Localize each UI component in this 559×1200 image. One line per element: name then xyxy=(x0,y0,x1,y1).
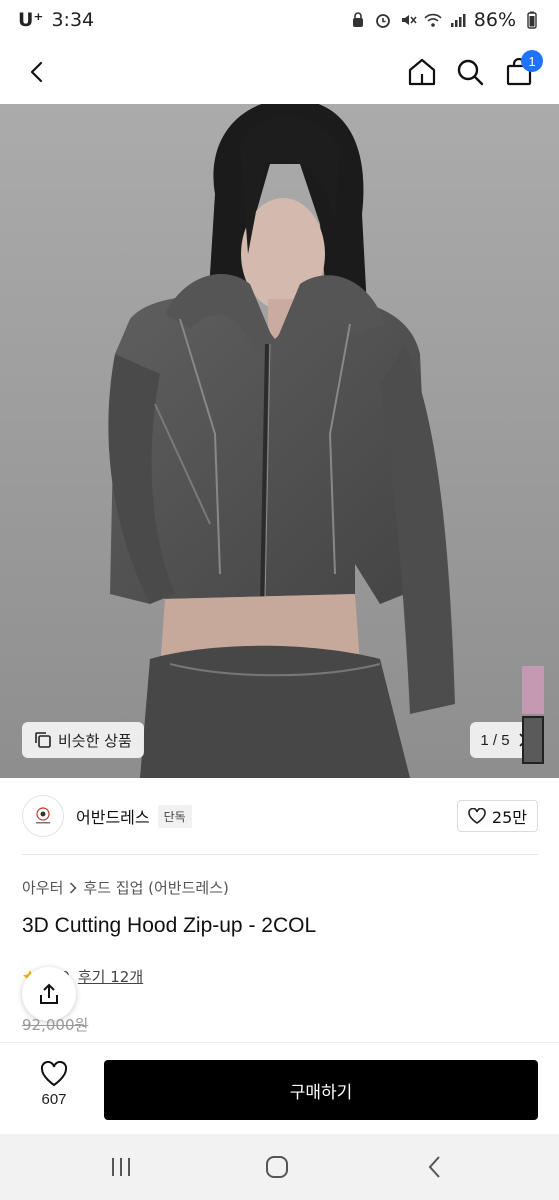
similar-products-label: 비슷한 상품 xyxy=(58,731,132,750)
alarm-icon xyxy=(375,14,390,28)
home-circle-icon xyxy=(266,1156,288,1178)
wishlist-button[interactable]: 607 xyxy=(26,1061,82,1108)
product-image-gallery[interactable]: 비슷한 상품 1 / 5 xyxy=(0,104,559,778)
recent-apps-button[interactable] xyxy=(106,1152,136,1182)
buy-button[interactable]: 구매하기 xyxy=(104,1060,538,1120)
brand-name[interactable]: 어반드레스 xyxy=(76,804,150,828)
color-swatch-pink[interactable] xyxy=(522,666,544,714)
similar-products-button[interactable]: 비슷한 상품 xyxy=(22,722,144,758)
share-button[interactable] xyxy=(22,967,76,1021)
mute-icon xyxy=(401,15,417,25)
breadcrumb-item[interactable]: 후드 집업 (어반드레스) xyxy=(83,877,228,898)
brand-logo[interactable] xyxy=(22,795,64,837)
status-left: U⁺ 3:34 xyxy=(18,9,94,31)
system-back-button[interactable] xyxy=(420,1152,450,1182)
brand-row: 어반드레스 단독 25만 xyxy=(22,794,538,838)
brand-like-count: 25만 xyxy=(491,808,527,827)
clock: 3:34 xyxy=(51,9,95,31)
system-home-button[interactable] xyxy=(262,1152,292,1182)
back-icon xyxy=(30,61,43,83)
breadcrumb-item[interactable]: 아우터 xyxy=(22,877,63,898)
share-icon xyxy=(40,983,58,1004)
product-photo xyxy=(0,104,559,778)
brand-like-button[interactable]: 25만 xyxy=(456,800,538,832)
battery-percent: 86% xyxy=(473,9,516,31)
chevron-right-icon xyxy=(70,881,77,894)
battery-icon xyxy=(527,11,537,29)
exclusive-badge: 단독 xyxy=(157,804,192,828)
cart-button[interactable]: 1 xyxy=(499,50,543,92)
product-title: 3D Cutting Hood Zip-up - 2COL xyxy=(22,914,317,937)
recent-apps-icon xyxy=(112,1158,130,1176)
lock-icon xyxy=(352,12,363,27)
heart-icon xyxy=(468,808,486,824)
review-count-link[interactable]: 후기 12개 xyxy=(78,966,143,987)
wifi-icon xyxy=(424,13,442,27)
breadcrumb: 아우터 후드 집업 (어반드레스) xyxy=(22,877,229,898)
home-icon xyxy=(408,58,436,86)
wishlist-count: 607 xyxy=(41,1091,67,1108)
brand-logo-mark xyxy=(36,807,50,824)
cart-count-badge: 1 xyxy=(521,50,543,72)
carrier: U⁺ xyxy=(18,9,44,31)
divider xyxy=(22,854,538,855)
search-icon xyxy=(457,59,484,86)
search-button[interactable] xyxy=(450,52,490,92)
purchase-bar: 607 구매하기 xyxy=(0,1042,559,1134)
copy-icon xyxy=(35,732,51,748)
original-price: 92,000원 xyxy=(22,1016,89,1034)
status-bar: U⁺ 3:34 86% xyxy=(0,0,559,40)
page-indicator: 1 / 5 xyxy=(480,731,510,749)
app-header: 1 xyxy=(0,40,559,104)
color-swatch-charcoal[interactable] xyxy=(522,716,544,764)
system-nav-bar xyxy=(0,1134,559,1200)
back-button[interactable] xyxy=(18,52,58,92)
home-button[interactable] xyxy=(402,52,442,92)
status-icons: 86% xyxy=(349,9,541,31)
heart-icon xyxy=(40,1061,68,1087)
signal-icon xyxy=(450,14,466,27)
back-icon xyxy=(428,1156,440,1178)
